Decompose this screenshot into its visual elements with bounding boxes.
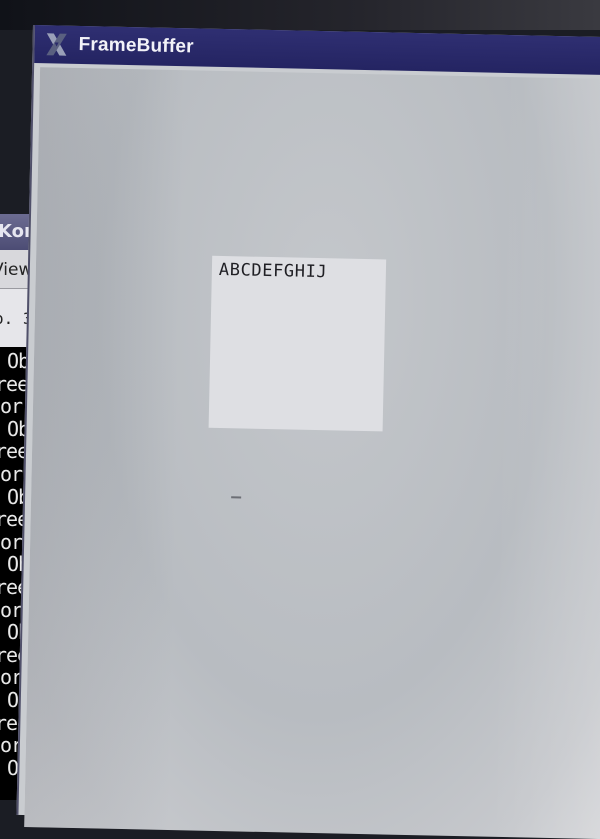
canvas-speck [231,496,242,499]
panel-text: ABCDEFGHIJ [218,259,328,283]
framebuffer-window[interactable]: FrameBuffer ABCDEFGHIJ [16,25,600,839]
framebuffer-titlebar[interactable]: FrameBuffer [34,25,600,76]
x-window-icon[interactable] [44,31,69,57]
framebuffer-canvas[interactable]: ABCDEFGHIJ [24,67,600,839]
framebuffer-panel: ABCDEFGHIJ [208,255,387,432]
canvas-shading [24,67,600,839]
window-title: FrameBuffer [78,33,194,58]
